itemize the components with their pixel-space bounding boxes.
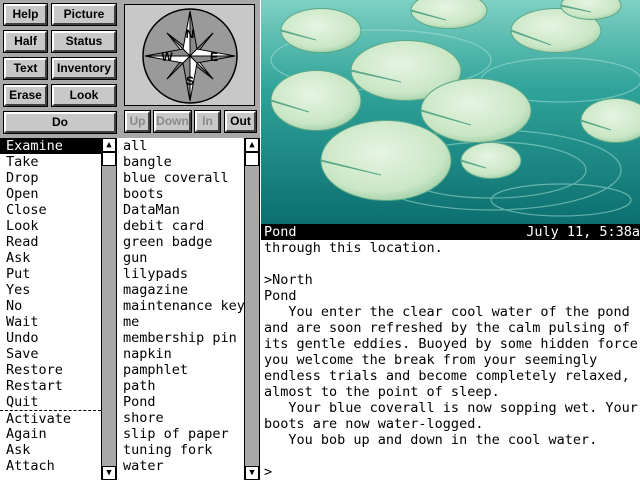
noun-item[interactable]: tuning fork: [117, 442, 244, 458]
verb-item[interactable]: Again: [0, 426, 101, 442]
compass-south-label[interactable]: S: [186, 74, 194, 88]
noun-item[interactable]: membership pin: [117, 330, 244, 346]
scroll-up-arrow-icon[interactable]: ▲: [102, 138, 116, 152]
text-button[interactable]: Text: [3, 57, 48, 80]
transcript-line: endless trials and become completely rel…: [264, 368, 630, 384]
verb-item[interactable]: Ask: [0, 442, 101, 458]
transcript-line: its gentle eddies. Buoyed by some hidden…: [264, 336, 640, 352]
verb-item[interactable]: Attach: [0, 458, 101, 474]
half-button[interactable]: Half: [3, 30, 48, 53]
transcript-line: boots are now water-logged.: [264, 416, 484, 432]
compass-rose-icon: N E S W: [142, 8, 238, 104]
verb-item[interactable]: Activate: [0, 410, 101, 427]
noun-item[interactable]: shore: [117, 410, 244, 426]
noun-list-scrollbar[interactable]: ▲ ▼: [244, 138, 260, 480]
verb-item[interactable]: Undo: [0, 330, 101, 346]
look-button[interactable]: Look: [51, 84, 117, 107]
noun-item[interactable]: Pond: [117, 394, 244, 410]
verb-list-scrollbar[interactable]: ▲ ▼: [101, 138, 117, 480]
verb-item[interactable]: Restore: [0, 362, 101, 378]
up-button[interactable]: Up: [124, 110, 151, 133]
transcript-line: and are soon refreshed by the calm pulsi…: [264, 320, 630, 336]
verb-item[interactable]: Close: [0, 202, 101, 218]
down-button[interactable]: Down: [153, 110, 192, 133]
noun-item[interactable]: boots: [117, 186, 244, 202]
noun-item[interactable]: magazine: [117, 282, 244, 298]
verb-item[interactable]: Examine: [0, 138, 101, 154]
transcript-line: Pond: [264, 288, 297, 304]
game-transcript[interactable]: through this location. >North Pond You ent…: [262, 240, 640, 480]
transcript-line: [262, 448, 640, 464]
noun-item[interactable]: pamphlet: [117, 362, 244, 378]
verb-item[interactable]: Restart: [0, 378, 101, 394]
picture-button[interactable]: Picture: [51, 3, 117, 26]
noun-item[interactable]: green badge: [117, 234, 244, 250]
compass-west-label[interactable]: W: [161, 50, 173, 64]
verb-item[interactable]: Yes: [0, 282, 101, 298]
out-button[interactable]: Out: [224, 110, 257, 133]
transcript-line: [262, 256, 640, 272]
verb-item[interactable]: Look: [0, 218, 101, 234]
status-button[interactable]: Status: [51, 30, 117, 53]
noun-item[interactable]: lilypads: [117, 266, 244, 282]
noun-list[interactable]: all bangle blue coverall boots DataMan debit …: [117, 138, 244, 480]
transcript-line: >: [264, 464, 273, 480]
noun-item[interactable]: napkin: [117, 346, 244, 362]
noun-item[interactable]: gun: [117, 250, 244, 266]
transcript-line: through this location.: [264, 240, 443, 256]
location-name: Pond: [264, 224, 297, 240]
scroll-thumb[interactable]: [245, 152, 259, 166]
verb-item[interactable]: Save: [0, 346, 101, 362]
transcript-line: you welcome the break from your seemingl…: [264, 352, 598, 368]
transcript-line: Your blue coverall is now sopping wet. Y…: [264, 400, 638, 416]
noun-item[interactable]: maintenance key: [117, 298, 244, 314]
compass-rose[interactable]: N E S W: [124, 4, 255, 106]
scroll-down-arrow-icon[interactable]: ▼: [102, 466, 116, 480]
noun-item[interactable]: slip of paper: [117, 426, 244, 442]
transcript-line: You bob up and down in the cool water.: [264, 432, 598, 448]
date-time: July 11, 5:38a: [526, 224, 640, 240]
verb-item[interactable]: Open: [0, 186, 101, 202]
erase-button[interactable]: Erase: [3, 84, 48, 107]
in-button[interactable]: In: [194, 110, 221, 133]
noun-item[interactable]: me: [117, 314, 244, 330]
scene-picture: [261, 0, 640, 224]
noun-item[interactable]: debit card: [117, 218, 244, 234]
scroll-thumb[interactable]: [102, 152, 116, 166]
noun-item[interactable]: water: [117, 458, 244, 474]
scroll-down-arrow-icon[interactable]: ▼: [245, 466, 259, 480]
verb-item[interactable]: Quit: [0, 394, 101, 410]
verb-item[interactable]: Take: [0, 154, 101, 170]
status-bar: Pond July 11, 5:38a: [261, 224, 640, 240]
transcript-line: You enter the clear cool water of the po…: [264, 304, 630, 320]
verb-item[interactable]: Ask: [0, 250, 101, 266]
verb-item[interactable]: Read: [0, 234, 101, 250]
verb-item[interactable]: No: [0, 298, 101, 314]
scroll-up-arrow-icon[interactable]: ▲: [245, 138, 259, 152]
verb-item[interactable]: Wait: [0, 314, 101, 330]
noun-item[interactable]: all: [117, 138, 244, 154]
inventory-button[interactable]: Inventory: [51, 57, 117, 80]
help-button[interactable]: Help: [3, 3, 48, 26]
transcript-line: almost to the point of sleep.: [264, 384, 500, 400]
compass-east-label[interactable]: E: [210, 50, 218, 64]
transcript-line: >North: [264, 272, 313, 288]
verb-item[interactable]: Put: [0, 266, 101, 282]
noun-item[interactable]: path: [117, 378, 244, 394]
verb-list[interactable]: Examine Take Drop Open Close Look Read Ask Put Ye…: [0, 138, 101, 480]
noun-item[interactable]: bangle: [117, 154, 244, 170]
noun-item[interactable]: blue coverall: [117, 170, 244, 186]
verb-item[interactable]: Drop: [0, 170, 101, 186]
noun-item[interactable]: DataMan: [117, 202, 244, 218]
pond-lilypads-image: [261, 0, 640, 224]
do-button[interactable]: Do: [3, 111, 117, 134]
compass-north-label[interactable]: N: [186, 27, 195, 41]
control-panel: Help Picture Half Status Text Inventory …: [0, 0, 260, 138]
